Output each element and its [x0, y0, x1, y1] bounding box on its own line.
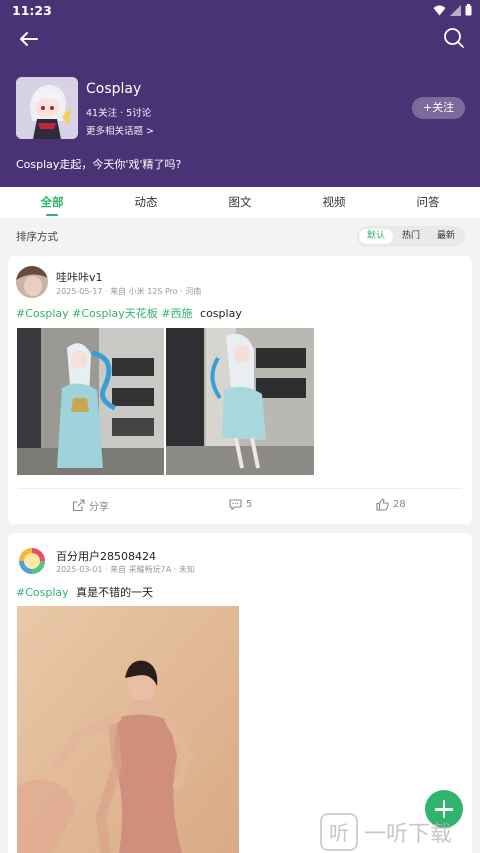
hashtag[interactable]: #Cosplay — [16, 307, 69, 320]
divider — [18, 488, 462, 489]
hashtag[interactable]: #Cosplay — [16, 586, 69, 599]
comment-icon — [229, 499, 242, 511]
battery-icon — [465, 4, 472, 16]
post-photo[interactable] — [17, 606, 239, 853]
status-icons — [433, 4, 472, 16]
post-username[interactable]: 哇咔咔v1 — [56, 269, 103, 285]
share-button[interactable]: 分享 — [72, 498, 109, 513]
status-bar: 11:23 — [0, 0, 480, 22]
comment-count: 5 — [246, 499, 253, 510]
like-count: 28 — [393, 499, 406, 510]
hashtag[interactable]: #西施 — [161, 307, 192, 320]
tab-all[interactable]: 全部 — [22, 194, 82, 210]
post-card[interactable]: 百分用户28508424 2025-03-01 · 来自 采耀畅玩7A · 未知… — [8, 533, 472, 853]
watermark: 听 一听下载 — [320, 810, 480, 853]
post-username[interactable]: 百分用户28508424 — [56, 548, 156, 564]
topic-description: Cosplay走起，今天你'戏'精了吗? — [16, 158, 182, 171]
tab-qa[interactable]: 问答 — [398, 194, 458, 210]
sort-label: 排序方式 — [16, 231, 58, 243]
active-tab-indicator — [46, 214, 58, 216]
user-avatar[interactable] — [16, 266, 48, 298]
status-time: 11:23 — [12, 3, 52, 18]
share-label: 分享 — [89, 502, 109, 513]
comment-button[interactable]: 5 — [229, 498, 252, 511]
sort-default[interactable]: 默认 — [359, 229, 393, 244]
like-icon — [376, 498, 389, 511]
content-tabs: 全部 动态 图文 视频 问答 — [0, 187, 480, 218]
hashtag[interactable]: #Cosplay天花板 — [72, 307, 158, 320]
topic-stats: 41关注 · 5讨论 — [86, 108, 152, 119]
post-photo[interactable] — [17, 328, 164, 475]
post-body: cosplay — [200, 307, 242, 320]
sort-latest[interactable]: 最新 — [429, 229, 463, 244]
tab-dynamic[interactable]: 动态 — [116, 194, 176, 210]
sort-options: 默认 热门 最新 — [357, 226, 465, 247]
back-arrow-icon[interactable] — [16, 26, 42, 52]
user-avatar[interactable] — [16, 545, 48, 577]
post-meta: 2025-05-17 · 来自 小米 12S Pro · 河南 — [56, 287, 202, 296]
more-topics-link[interactable]: 更多相关话题 > — [86, 123, 154, 137]
tab-image-text[interactable]: 图文 — [210, 194, 270, 210]
topic-header: 11:23 Cosplay 41关注 · 5讨论 更多相关话题 > +关注 Co… — [0, 0, 480, 187]
post-text: #Cosplay #Cosplay天花板 #西施 cosplay — [16, 305, 242, 321]
topic-title: Cosplay — [86, 81, 142, 97]
post-body: 真是不错的一天 — [76, 586, 154, 599]
post-photo[interactable] — [166, 328, 314, 475]
topic-cover-image — [16, 77, 78, 139]
post-text: #Cosplay 真是不错的一天 — [16, 584, 153, 600]
watermark-logo: 听 — [320, 812, 358, 851]
post-card[interactable]: 哇咔咔v1 2025-05-17 · 来自 小米 12S Pro · 河南 #C… — [8, 256, 472, 524]
watermark-text: 一听下载 — [364, 821, 453, 847]
sort-hot[interactable]: 热门 — [394, 229, 428, 244]
tab-video[interactable]: 视频 — [304, 194, 364, 210]
follow-button[interactable]: +关注 — [412, 97, 465, 119]
signal-icon — [450, 4, 461, 16]
search-icon[interactable] — [442, 26, 466, 50]
post-meta: 2025-03-01 · 来自 采耀畅玩7A · 未知 — [56, 565, 195, 574]
like-button[interactable]: 28 — [376, 498, 406, 511]
share-icon — [72, 499, 85, 512]
wifi-icon — [433, 5, 446, 15]
